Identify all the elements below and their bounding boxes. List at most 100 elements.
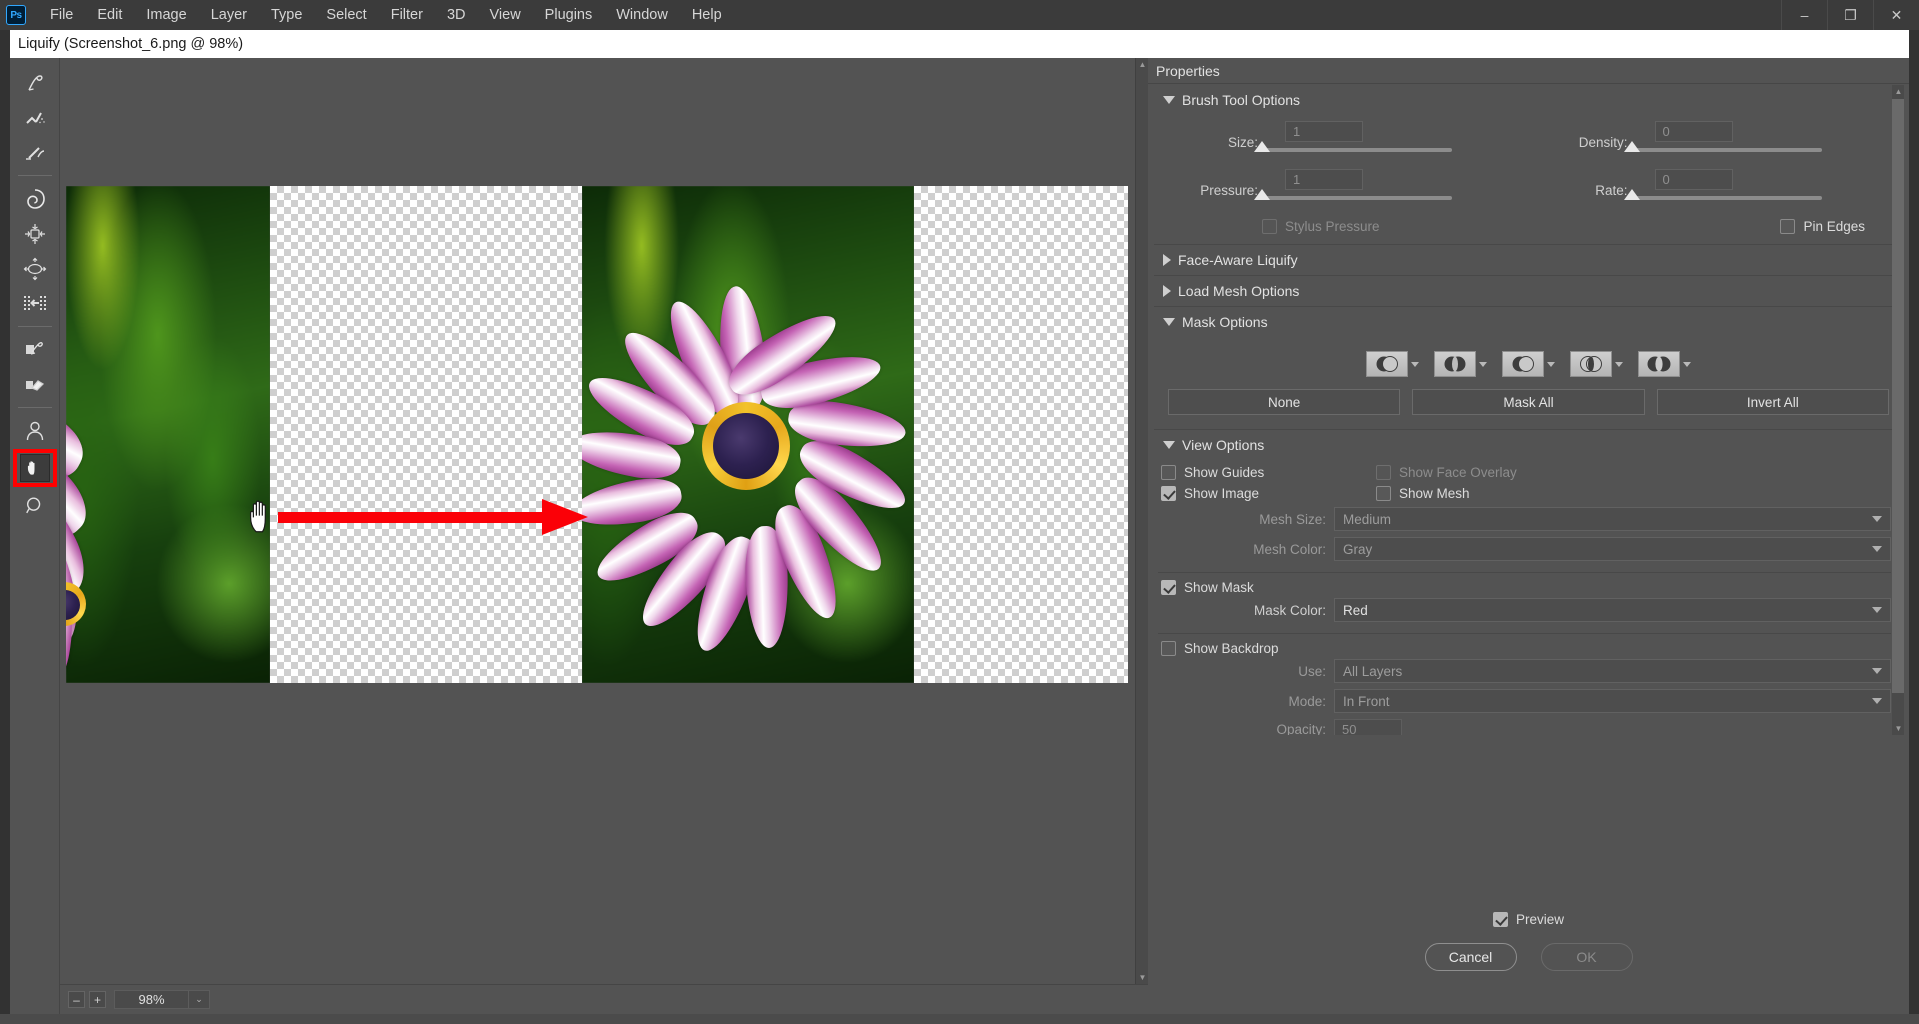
menu-3d[interactable]: 3D — [435, 3, 478, 27]
mask-intersect-with-selection-control[interactable] — [1570, 351, 1623, 377]
show-guides-row[interactable]: Show Guides — [1161, 465, 1376, 480]
reconstruct-tool[interactable] — [15, 136, 55, 170]
mask-add-to-selection-icon[interactable] — [1434, 351, 1476, 377]
face-aware-liquify-header[interactable]: Face-Aware Liquify — [1154, 245, 1903, 275]
mask-intersect-with-selection-icon[interactable] — [1570, 351, 1612, 377]
mesh-size-select[interactable]: Medium — [1334, 507, 1891, 531]
freeze-mask-tool[interactable] — [15, 333, 55, 367]
size-slider-thumb[interactable] — [1254, 141, 1270, 152]
size-slider-track[interactable] — [1262, 148, 1452, 152]
show-mask-row[interactable]: Show Mask — [1158, 580, 1891, 595]
pin-edges-checkbox[interactable] — [1780, 219, 1795, 234]
mask-options-header[interactable]: Mask Options — [1154, 307, 1903, 337]
backdrop-opacity-input[interactable]: 50 — [1334, 719, 1402, 735]
mask-replace-selection-control[interactable] — [1366, 351, 1419, 377]
rate-input[interactable]: 0 — [1655, 169, 1733, 190]
show-backdrop-row[interactable]: Show Backdrop — [1158, 641, 1891, 656]
close-button[interactable]: ✕ — [1873, 0, 1919, 30]
face-tool[interactable] — [15, 414, 55, 448]
pressure-slider-thumb[interactable] — [1254, 189, 1270, 200]
pin-edges-row[interactable]: Pin Edges — [1780, 219, 1865, 234]
chevron-down-icon[interactable] — [1411, 362, 1419, 367]
pressure-slider-track[interactable] — [1262, 196, 1452, 200]
pressure-input[interactable]: 1 — [1285, 169, 1363, 190]
menu-window[interactable]: Window — [604, 3, 680, 27]
menu-file[interactable]: File — [38, 3, 85, 27]
show-mesh-row[interactable]: Show Mesh — [1376, 486, 1891, 501]
show-guides-checkbox[interactable] — [1161, 465, 1176, 480]
thaw-mask-tool[interactable] — [15, 368, 55, 402]
load-mesh-options-header[interactable]: Load Mesh Options — [1154, 276, 1903, 306]
density-slider-thumb[interactable] — [1624, 141, 1640, 152]
smooth-tool[interactable] — [15, 101, 55, 135]
density-input[interactable]: 0 — [1655, 121, 1733, 142]
props-scroll-down-icon[interactable]: ▼ — [1892, 722, 1905, 735]
menu-view[interactable]: View — [478, 3, 533, 27]
stylus-pressure-row[interactable]: Stylus Pressure — [1262, 219, 1380, 234]
size-input[interactable]: 1 — [1285, 121, 1363, 142]
canvas-scroll-down-icon[interactable]: ▼ — [1136, 971, 1148, 984]
chevron-down-icon[interactable] — [1615, 362, 1623, 367]
zoom-tool[interactable] — [15, 489, 55, 523]
show-image-row[interactable]: Show Image — [1161, 486, 1376, 501]
props-scroll-up-icon[interactable]: ▲ — [1892, 85, 1905, 98]
mesh-color-select[interactable]: Gray — [1334, 537, 1891, 561]
properties-scrollbar-thumb[interactable] — [1892, 99, 1904, 693]
pucker-tool[interactable] — [15, 217, 55, 251]
push-left-tool[interactable] — [15, 287, 55, 321]
preview-checkbox[interactable] — [1493, 912, 1508, 927]
density-slider-track[interactable] — [1632, 148, 1822, 152]
bloat-tool[interactable] — [15, 252, 55, 286]
mask-all-button[interactable]: Mask All — [1412, 389, 1644, 415]
rate-slider-track[interactable] — [1632, 196, 1822, 200]
mask-subtract-from-selection-icon[interactable] — [1502, 351, 1544, 377]
mask-none-button[interactable]: None — [1168, 389, 1400, 415]
backdrop-use-select[interactable]: All Layers — [1334, 659, 1891, 683]
mask-invert-all-button[interactable]: Invert All — [1657, 389, 1889, 415]
stylus-pressure-checkbox[interactable] — [1262, 219, 1277, 234]
restore-button[interactable]: ❐ — [1827, 0, 1873, 30]
zoom-level-value[interactable]: 98% — [114, 990, 189, 1009]
canvas-vertical-scrollbar[interactable]: ▲ ▼ — [1135, 58, 1148, 984]
menu-plugins[interactable]: Plugins — [533, 3, 605, 27]
mask-invert-selection-control[interactable] — [1638, 351, 1691, 377]
mask-subtract-from-selection-control[interactable] — [1502, 351, 1555, 377]
zoom-dropdown-caret-icon[interactable]: ⌄ — [189, 990, 210, 1009]
backdrop-mode-select[interactable]: In Front — [1334, 689, 1891, 713]
canvas-scroll-up-icon[interactable]: ▲ — [1136, 58, 1148, 71]
mask-replace-selection-icon[interactable] — [1366, 351, 1408, 377]
menu-layer[interactable]: Layer — [199, 3, 259, 27]
hand-tool[interactable] — [13, 449, 57, 487]
menu-image[interactable]: Image — [134, 3, 198, 27]
cancel-button[interactable]: Cancel — [1425, 943, 1517, 971]
forward-warp-tool[interactable] — [15, 66, 55, 100]
show-image-checkbox[interactable] — [1161, 486, 1176, 501]
minimize-button[interactable]: – — [1781, 0, 1827, 30]
chevron-down-icon[interactable] — [1547, 362, 1555, 367]
mask-color-select[interactable]: Red — [1334, 598, 1891, 622]
zoom-out-button[interactable]: – — [68, 991, 85, 1008]
show-face-overlay-row[interactable]: Show Face Overlay — [1376, 465, 1891, 480]
zoom-in-button[interactable]: + — [89, 991, 106, 1008]
properties-vertical-scrollbar[interactable]: ▲ ▼ — [1892, 85, 1904, 735]
mask-add-to-selection-control[interactable] — [1434, 351, 1487, 377]
dialog-footer: Preview Cancel OK — [1148, 894, 1909, 1014]
menu-type[interactable]: Type — [259, 3, 314, 27]
show-backdrop-checkbox[interactable] — [1161, 641, 1176, 656]
liquify-canvas[interactable]: ▲ ▼ — [60, 58, 1148, 984]
show-mesh-checkbox[interactable] — [1376, 486, 1391, 501]
chevron-down-icon[interactable] — [1479, 362, 1487, 367]
preview-row[interactable]: Preview — [1148, 894, 1909, 927]
show-mask-checkbox[interactable] — [1161, 580, 1176, 595]
brush-tool-options-header[interactable]: Brush Tool Options — [1154, 85, 1903, 115]
ok-button[interactable]: OK — [1541, 943, 1633, 971]
mask-invert-selection-icon[interactable] — [1638, 351, 1680, 377]
menu-help[interactable]: Help — [680, 3, 734, 27]
menu-edit[interactable]: Edit — [85, 3, 134, 27]
menu-select[interactable]: Select — [314, 3, 378, 27]
view-options-header[interactable]: View Options — [1154, 430, 1903, 460]
twirl-clockwise-tool[interactable] — [15, 182, 55, 216]
rate-slider-thumb[interactable] — [1624, 189, 1640, 200]
menu-filter[interactable]: Filter — [379, 3, 435, 27]
chevron-down-icon[interactable] — [1683, 362, 1691, 367]
